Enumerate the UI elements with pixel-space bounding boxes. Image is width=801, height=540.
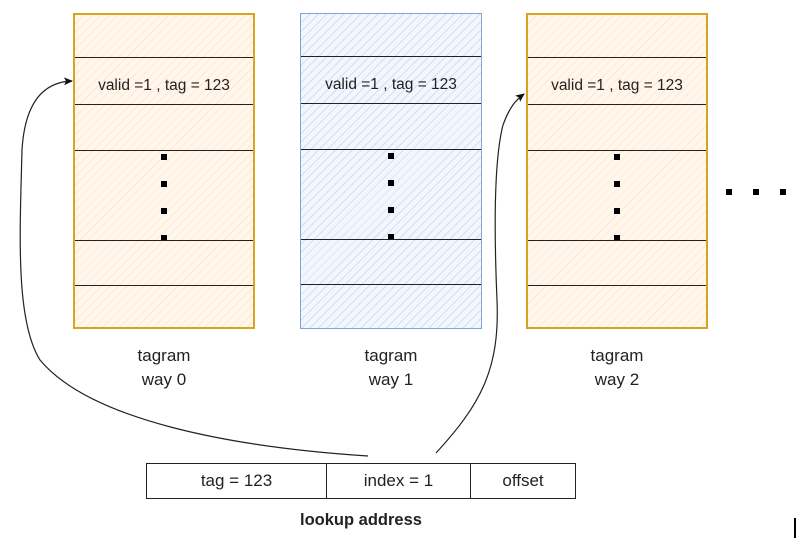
lookup-address-index: index = 1 <box>326 464 470 498</box>
lookup-address-title: lookup address <box>300 511 422 529</box>
arrow-tag-to-way0 <box>19 77 369 457</box>
lookup-address-offset: offset <box>470 464 575 498</box>
text-cursor <box>794 518 796 538</box>
lookup-address-tag: tag = 123 <box>200 471 273 490</box>
arrows-layer <box>19 77 525 457</box>
lookup-address: tag = 123 index = 1 offset <box>146 463 576 499</box>
arrow-index-to-way2 <box>435 93 525 454</box>
